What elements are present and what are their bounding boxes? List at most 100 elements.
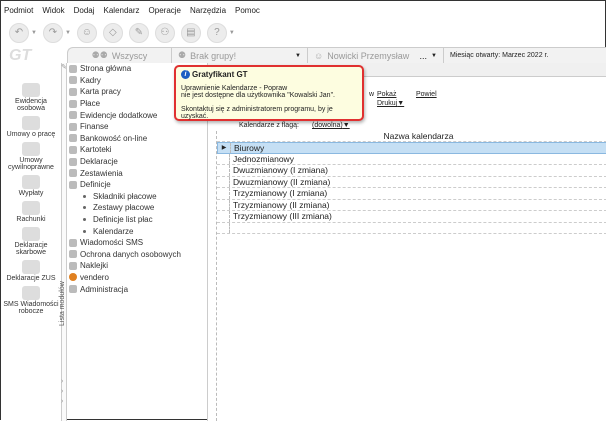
menu-dodaj[interactable]: Dodaj — [74, 6, 95, 15]
sidebar-deklaracje-skarbowe[interactable]: Deklaracje skarbowe — [1, 227, 61, 256]
person-card-icon — [22, 83, 40, 97]
money-icon — [69, 122, 77, 131]
row-selector — [217, 153, 230, 164]
table-row[interactable]: Trzyzmianowy (II zmiana) — [217, 199, 606, 211]
row-selector — [217, 222, 230, 233]
sidebar-umowy-cywil[interactable]: Umowy cywilnoprawne — [1, 142, 61, 171]
copy-link[interactable]: Powiel — [416, 91, 437, 98]
admin-icon — [69, 285, 77, 294]
bullet-icon — [83, 218, 86, 222]
tooltip-line: nie jest dostępne dla użytkownika "Kowal… — [181, 92, 335, 99]
module-deklaracje[interactable]: Deklaracje — [67, 156, 207, 168]
settings-icon — [69, 180, 77, 189]
menu-bar: Podmiot Widok Dodaj Kalendarz Operacje N… — [1, 1, 606, 19]
table-row[interactable]: Dwuzmianowy (I zmiana) — [217, 165, 606, 177]
sidebar-sms[interactable]: SMS Wiadomości robocze — [1, 286, 61, 315]
pin-icon[interactable]: ✎ — [61, 63, 67, 71]
document-icon — [69, 157, 77, 166]
sms-icon — [69, 238, 77, 247]
shield-icon — [69, 250, 77, 259]
chevron-down-icon: ▼ — [295, 52, 301, 59]
current-row-icon: ▶ — [218, 143, 231, 153]
group-select[interactable]: ⚉ Brak grupy! ▼ — [172, 48, 308, 63]
submodule-listy-plac[interactable]: Definicje list płac — [67, 214, 207, 226]
module-rodo[interactable]: Ochrona danych osobowych — [67, 249, 207, 261]
module-administracja[interactable]: Administracja — [67, 283, 207, 295]
module-vendero[interactable]: vendero — [67, 272, 207, 284]
permission-tooltip: i Gratyfikant GT Uprawnienie Kalendarze -… — [174, 65, 364, 121]
report-icon — [69, 169, 77, 178]
table-row[interactable]: Jednozmianowy — [217, 153, 606, 165]
eraser-icon[interactable]: ◇ — [102, 22, 123, 43]
menu-narzedzia[interactable]: Narzędzia — [190, 6, 226, 15]
chevron-right-icon[interactable]: › — [61, 388, 63, 395]
module-naklejki[interactable]: Naklejki — [67, 260, 207, 272]
column-header-name[interactable]: Nazwa kalendarza — [217, 131, 606, 142]
empty-row — [217, 222, 606, 234]
row-selector — [217, 176, 230, 187]
submodule-skladniki[interactable]: Składniki płacowe — [67, 191, 207, 203]
sidebar-rachunki[interactable]: Rachunki — [1, 201, 61, 223]
gear-icon — [69, 273, 77, 282]
module-sms[interactable]: Wiadomości SMS — [67, 237, 207, 249]
module-bankowosc[interactable]: Bankowość on-line — [67, 133, 207, 145]
menu-widok[interactable]: Widok — [42, 6, 64, 15]
submodule-zestawy[interactable]: Zestawy płacowe — [67, 202, 207, 214]
sidebar-ewidencja[interactable]: Ewidencja osobowa — [1, 83, 61, 112]
users-icon[interactable]: ⚇ — [154, 22, 175, 43]
folder-icon — [69, 111, 77, 120]
table-row[interactable]: Trzyzmianowy (I zmiana) — [217, 188, 606, 200]
bullet-icon — [83, 229, 86, 233]
menu-kalendarz[interactable]: Kalendarz — [104, 6, 140, 15]
menu-podmiot[interactable]: Podmiot — [4, 6, 33, 15]
help-icon[interactable]: ? — [206, 22, 227, 43]
employee-select[interactable]: ☺ Nowicki Przemysław... ▼ — [308, 48, 444, 63]
row-selector — [217, 165, 230, 176]
module-zestawienia[interactable]: Zestawienia — [67, 167, 207, 179]
sidebar-umowy-prace[interactable]: Umowy o pracę — [1, 116, 61, 138]
group-icon: ⚉ — [178, 50, 187, 60]
module-definicje[interactable]: Definicje — [67, 179, 207, 191]
home-icon — [69, 64, 77, 73]
back-icon[interactable]: ↶ — [9, 22, 29, 43]
chevron-down-icon[interactable]: ▼ — [31, 30, 37, 36]
tooltip-line: Uprawnienie Kalendarze - Popraw — [181, 85, 288, 92]
tools-icon[interactable]: ✎ — [128, 22, 149, 43]
row-selector — [217, 199, 230, 210]
row-selector — [217, 211, 230, 222]
payout-icon — [22, 175, 40, 189]
employee-icon[interactable]: ☺ — [76, 22, 97, 43]
table-row[interactable]: ▶ Biurowy — [217, 142, 606, 154]
menu-pomoc[interactable]: Pomoc — [235, 6, 260, 15]
submodule-kalendarze[interactable]: Kalendarze — [67, 225, 207, 237]
zus-icon — [22, 260, 40, 274]
flag-filter-select[interactable]: (dowolna)▼ — [312, 122, 350, 129]
toolbar: ↶ ▼ ↷ ▼ ☺ ◇ ✎ ⚇ ▤ ? ▼ — [1, 19, 606, 46]
chevron-down-icon: ▼ — [431, 52, 437, 59]
module-kartoteki[interactable]: Kartoteki — [67, 144, 207, 156]
left-sidebar: Ewidencja osobowa Umowy o pracę Umowy cy… — [1, 63, 61, 421]
money-icon — [69, 99, 77, 108]
menu-operacje[interactable]: Operacje — [149, 6, 181, 15]
row-selector — [217, 188, 230, 199]
sidebar-deklaracje-zus[interactable]: Deklaracje ZUS — [1, 260, 61, 282]
card-icon — [69, 87, 77, 96]
printer-icon[interactable]: ▤ — [180, 22, 201, 43]
tab-all[interactable]: ⚉⚉ Wszyscy — [68, 48, 172, 63]
show-link[interactable]: Pokaż — [377, 91, 396, 98]
print-link[interactable]: Drukuj▼ — [377, 100, 404, 107]
chevron-down-icon[interactable]: ▼ — [65, 30, 71, 36]
chevron-right-icon[interactable]: › — [61, 398, 63, 405]
modules-list-label: Lista modułów — [59, 281, 66, 326]
chevron-down-icon[interactable]: ▼ — [229, 30, 235, 36]
tax-icon — [22, 227, 40, 241]
module-finanse[interactable]: Finanse — [67, 121, 207, 133]
table-row[interactable]: Trzyzmianowy (III zmiana) — [217, 211, 606, 223]
sidebar-wyplaty[interactable]: Wypłaty — [1, 175, 61, 197]
table-row[interactable]: Dwuzmianowy (II zmiana) — [217, 176, 606, 188]
flag-filter-label: Kalendarze z flagą: — [239, 122, 299, 129]
chevron-right-icon[interactable]: › — [61, 378, 63, 385]
partial-link[interactable]: w — [369, 91, 374, 98]
forward-icon[interactable]: ↷ — [42, 22, 63, 43]
bullet-icon — [83, 206, 86, 210]
